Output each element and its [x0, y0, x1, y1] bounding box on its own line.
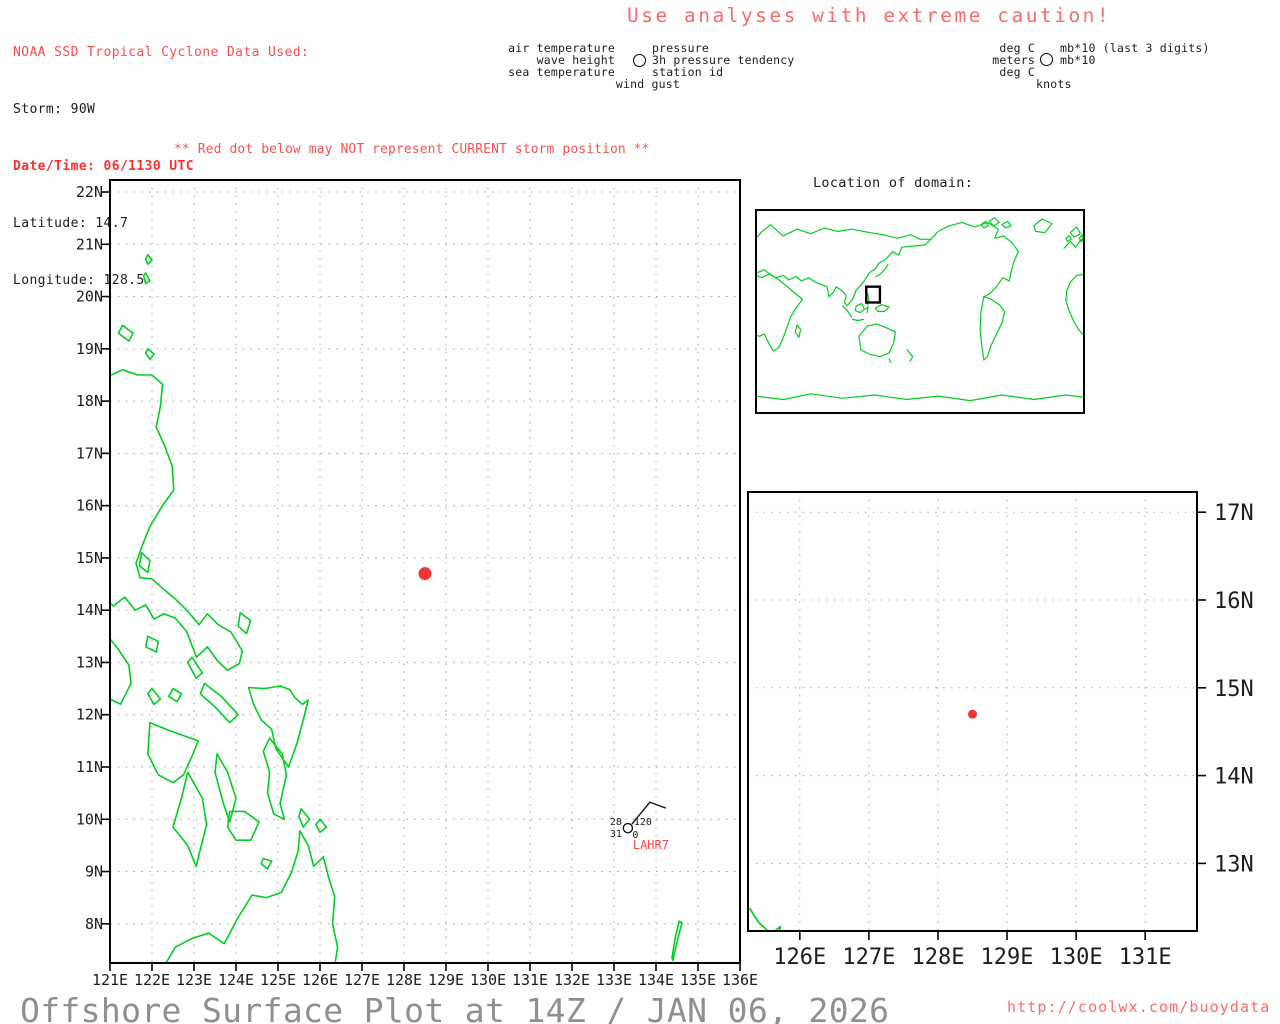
station-id-text: LAHR7 [633, 838, 669, 852]
svg-text:129E: 129E [981, 945, 1034, 970]
coastlines [110, 253, 683, 963]
legend-sea-temperature-label: sea temperature [508, 65, 615, 79]
svg-text:127E: 127E [842, 945, 895, 970]
svg-text:130E: 130E [1050, 945, 1103, 970]
world-locator-map [755, 209, 1085, 414]
world-map-title: Location of domain: [813, 175, 974, 191]
storm-id-line: Storm: 90W [13, 102, 96, 117]
svg-text:132E: 132E [554, 971, 590, 989]
station-air-temp-value: 28 [610, 817, 622, 828]
buoy-surface-plot-page: NOAA SSD Tropical Cyclone Data Used: Sto… [0, 0, 1280, 1024]
axis-ticks-and-labels: 126E 127E 128E 129E 130E 131E 17N 16N 15N 14N 13N [773, 501, 1253, 970]
svg-text:131E: 131E [1119, 945, 1172, 970]
noaa-data-line: NOAA SSD Tropical Cyclone Data Used: [13, 45, 310, 60]
svg-text:14N: 14N [1214, 765, 1254, 790]
svg-text:20N: 20N [76, 288, 103, 306]
world-map-frame [755, 209, 1085, 414]
svg-text:123E: 123E [176, 971, 212, 989]
legend-wind-gust-units: knots [1036, 77, 1072, 91]
svg-text:130E: 130E [470, 971, 506, 989]
station-sea-temp-value: 31 [610, 829, 622, 840]
legend-wind-gust-label: wind gust [615, 77, 680, 91]
storm-position-dot [968, 709, 977, 719]
svg-text:13N: 13N [76, 653, 103, 671]
svg-text:17N: 17N [1214, 501, 1254, 526]
svg-text:124E: 124E [218, 971, 254, 989]
storm-position-dot [418, 567, 432, 581]
svg-text:13N: 13N [1214, 852, 1254, 877]
svg-text:17N: 17N [76, 444, 103, 462]
svg-text:12N: 12N [76, 706, 103, 724]
svg-text:126E: 126E [302, 971, 338, 989]
world-coastlines [755, 217, 1085, 402]
svg-text:122E: 122E [134, 971, 170, 989]
svg-text:11N: 11N [76, 758, 103, 776]
svg-text:15N: 15N [76, 549, 103, 567]
svg-text:10N: 10N [76, 810, 103, 828]
plot-title: Offshore Surface Plot at 14Z / JAN 06, 2… [20, 991, 890, 1024]
svg-text:128E: 128E [386, 971, 422, 989]
station-plot-lahr7: 28 12031 0LAHR7 [610, 801, 669, 852]
legend-tendency-units: mb*10 [1060, 53, 1096, 67]
station-pressure-value: 120 [634, 817, 652, 828]
station-model-circle-icon [633, 54, 646, 67]
svg-text:19N: 19N [76, 340, 103, 358]
storm-position-warning: ** Red dot below may NOT represent CURRE… [174, 142, 650, 157]
svg-text:133E: 133E [596, 971, 632, 989]
svg-text:8N: 8N [85, 915, 103, 933]
source-url: http://coolwx.com/buoydata [1007, 998, 1271, 1016]
caution-headline: Use analyses with extreme caution! [627, 4, 1112, 27]
svg-text:125E: 125E [260, 971, 296, 989]
svg-text:21N: 21N [76, 235, 103, 253]
svg-text:129E: 129E [428, 971, 464, 989]
coastlines [748, 907, 782, 931]
legend-station-id-label: station id [652, 65, 724, 79]
inset-zoom-map: 126E 127E 128E 129E 130E 131E 17N 16N 15N 14N 13N [747, 491, 1254, 970]
svg-text:16N: 16N [76, 497, 103, 515]
svg-text:121E: 121E [92, 971, 128, 989]
svg-text:18N: 18N [76, 392, 103, 410]
svg-text:15N: 15N [1214, 677, 1254, 702]
svg-text:9N: 9N [85, 863, 103, 881]
svg-text:127E: 127E [344, 971, 380, 989]
svg-text:14N: 14N [76, 601, 103, 619]
legend-sea-temp-units: deg C [999, 65, 1035, 79]
station-circle-icon [622, 822, 634, 834]
units-model-circle-icon [1040, 53, 1053, 66]
svg-text:134E: 134E [638, 971, 674, 989]
svg-text:126E: 126E [773, 945, 826, 970]
svg-text:16N: 16N [1214, 589, 1254, 614]
svg-text:22N: 22N [76, 183, 103, 201]
main-map: 121E 122E 123E 124E 125E 126E 127E 128E 129E 130E… [76, 179, 758, 989]
svg-text:128E: 128E [911, 945, 964, 970]
svg-text:131E: 131E [512, 971, 548, 989]
